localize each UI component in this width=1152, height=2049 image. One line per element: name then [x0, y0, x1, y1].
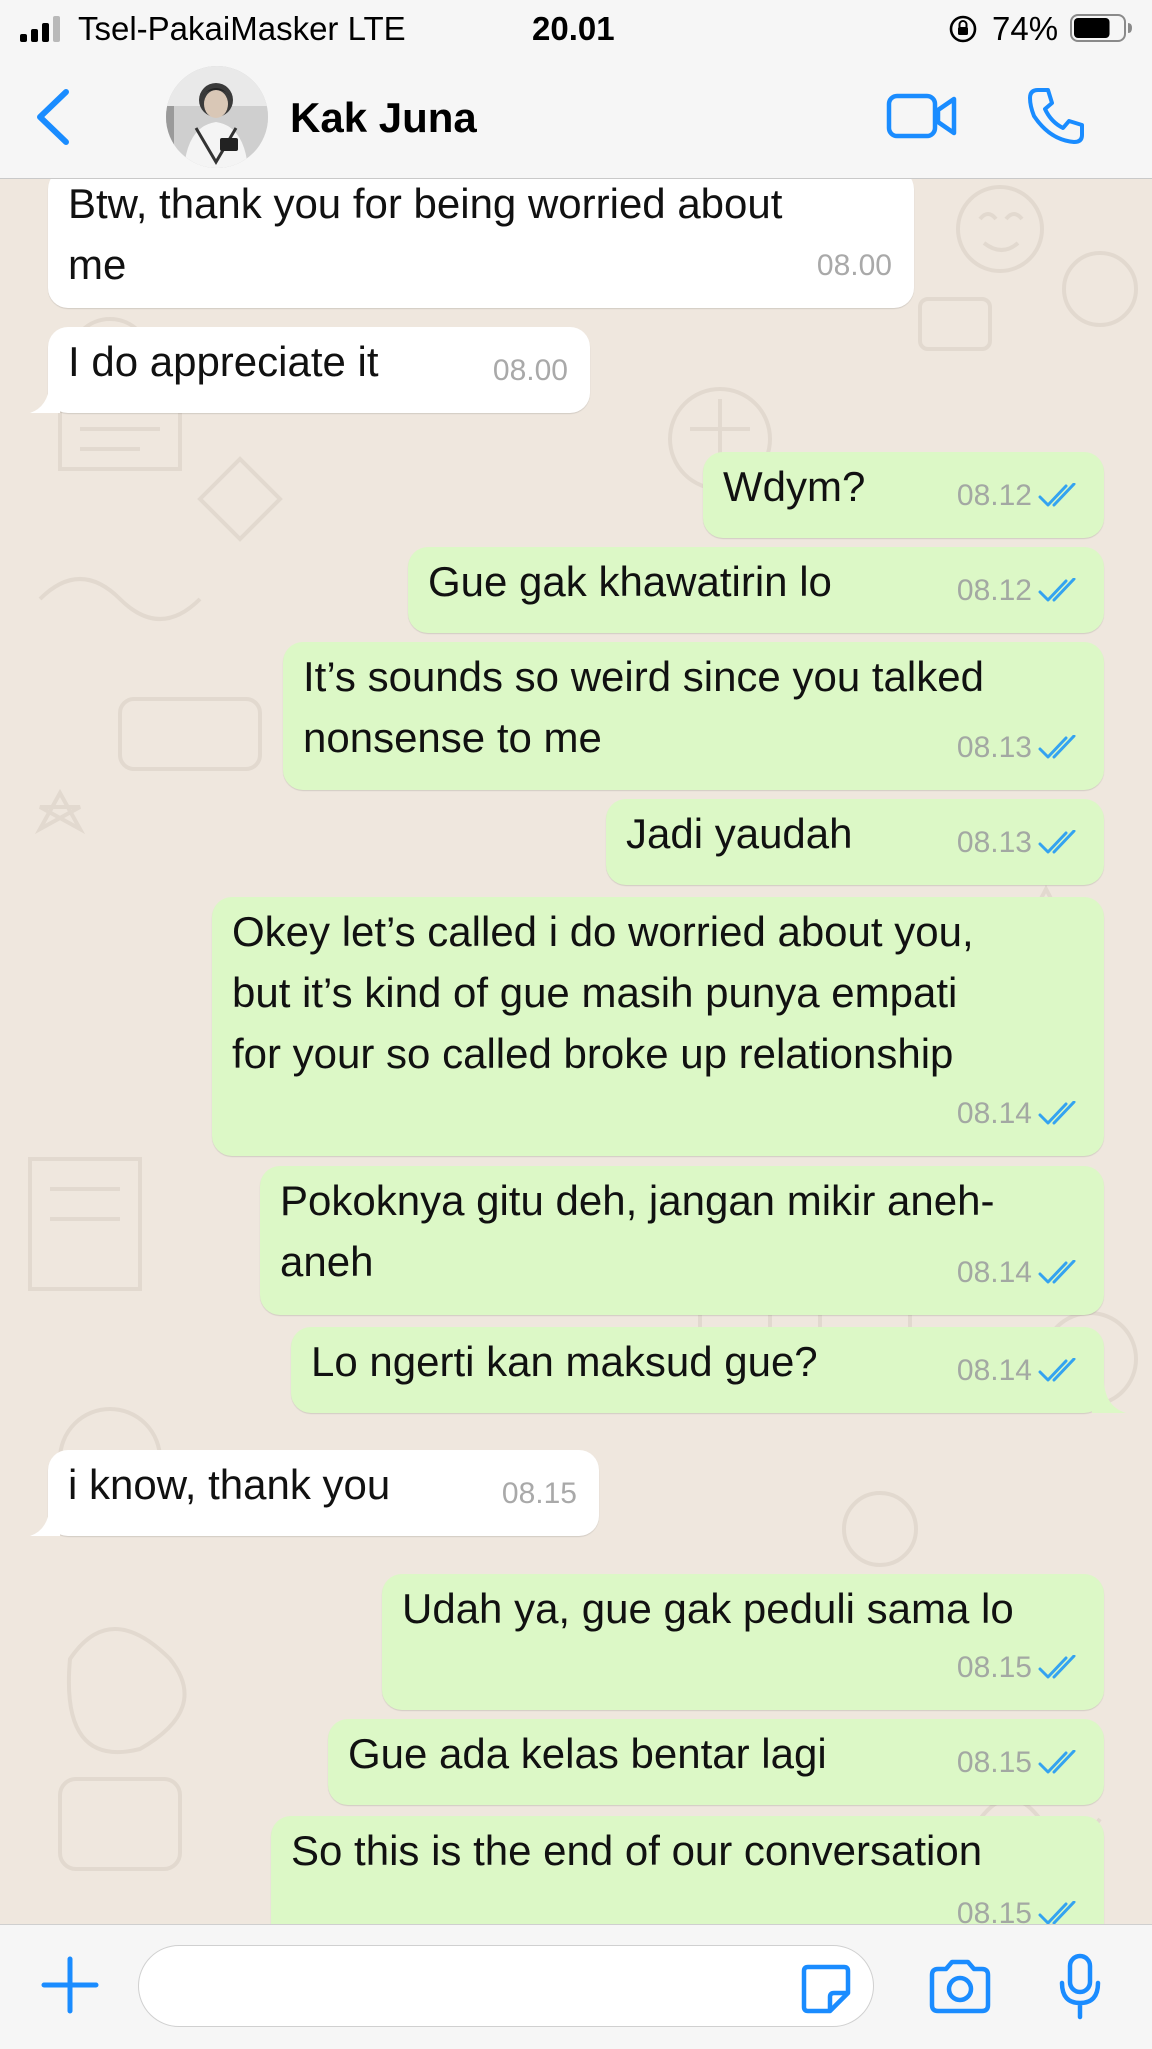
read-receipt-icon — [1038, 829, 1076, 853]
message-meta: 08.15 — [957, 1637, 1082, 1698]
message-time: 08.12 — [956, 574, 1032, 607]
phone-icon[interactable] — [1024, 84, 1088, 148]
message-time: 08.15 — [956, 1651, 1032, 1684]
message-time: 08.15 — [501, 1477, 577, 1510]
battery-percent: 74% — [992, 10, 1059, 47]
message-time: 08.00 — [492, 354, 568, 387]
message-text: Pokoknya gitu deh, jangan mikir aneh- — [280, 1177, 995, 1224]
read-receipt-icon — [1038, 577, 1076, 601]
outgoing-message-bubble[interactable]: Jadi yaudah 08.13 — [606, 799, 1104, 885]
outgoing-message-bubble[interactable]: Wdym? 08.12 — [703, 452, 1104, 538]
read-receipt-icon — [1038, 482, 1076, 506]
message-text: Udah ya, gue gak peduli sama lo — [402, 1585, 1014, 1632]
plus-icon[interactable] — [40, 1955, 100, 2015]
avatar[interactable] — [166, 66, 268, 168]
message-text: So this is the end of our conversation — [291, 1827, 983, 1874]
incoming-message-bubble[interactable]: Btw, thank you for being worried about me… — [48, 179, 914, 308]
read-receipt-icon — [1038, 1900, 1076, 1924]
message-time: 08.15 — [956, 1746, 1032, 1779]
message-time: 08.12 — [956, 479, 1032, 512]
outgoing-message-bubble[interactable]: Udah ya, gue gak peduli sama lo 08.15 — [382, 1574, 1104, 1710]
message-meta: 08.15 — [957, 1883, 1082, 1924]
sticker-icon[interactable] — [800, 1963, 852, 2015]
message-time: 08.14 — [956, 1097, 1032, 1130]
carrier-label: Tsel-PakaiMasker LTE — [78, 10, 406, 47]
outgoing-message-bubble[interactable]: Okey let’s called i do worried about you… — [212, 897, 1104, 1156]
message-meta: 08.12 — [957, 465, 1082, 526]
camera-icon[interactable] — [928, 1959, 992, 2015]
status-bar: Tsel-PakaiMasker LTE 20.01 74% — [0, 0, 1152, 58]
chat-area[interactable]: Btw, thank you for being worried about me… — [0, 179, 1152, 1924]
status-time: 20.01 — [532, 10, 615, 47]
message-text: It’s sounds so weird since you talked — [303, 653, 984, 700]
read-receipt-icon — [1038, 1259, 1076, 1283]
message-meta: 08.00 — [493, 340, 568, 401]
incoming-message-bubble[interactable]: I do appreciate it 08.00 — [30, 327, 590, 413]
read-receipt-icon — [1038, 734, 1076, 758]
outgoing-message-bubble[interactable]: Lo ngerti kan maksud gue? 08.14 — [291, 1327, 1126, 1413]
message-meta: 08.14 — [957, 1242, 1082, 1303]
message-text: for your so called broke up relationship — [232, 1030, 954, 1077]
message-meta: 08.00 — [817, 235, 892, 296]
back-chevron-icon[interactable] — [30, 86, 80, 148]
bubble-tail — [1092, 1383, 1126, 1413]
incoming-message-bubble[interactable]: i know, thank you 08.15 — [30, 1450, 599, 1536]
bubble-tail — [30, 383, 60, 413]
outgoing-message-bubble[interactable]: So this is the end of our conversation 08… — [271, 1816, 1104, 1924]
outgoing-message-bubble[interactable]: Gue gak khawatirin lo 08.12 — [408, 547, 1104, 633]
message-time: 08.14 — [956, 1354, 1032, 1387]
chat-header: Kak Juna — [0, 58, 1152, 179]
contact-name[interactable]: Kak Juna — [290, 94, 477, 142]
message-text: me — [68, 241, 127, 288]
message-time: 08.13 — [956, 731, 1032, 764]
outgoing-message-bubble[interactable]: It’s sounds so weird since you talked non… — [283, 642, 1104, 790]
message-meta: 08.15 — [502, 1463, 577, 1524]
message-time: 08.14 — [956, 1256, 1032, 1289]
message-meta: 08.13 — [957, 717, 1082, 778]
orientation-lock-icon — [949, 15, 977, 43]
outgoing-message-bubble[interactable]: Gue ada kelas bentar lagi 08.15 — [328, 1719, 1104, 1805]
message-time: 08.15 — [956, 1897, 1032, 1924]
message-text: Okey let’s called i do worried about you… — [232, 908, 974, 955]
bubble-tail — [30, 1506, 60, 1536]
message-meta: 08.12 — [957, 560, 1082, 621]
message-text: Btw, thank you for being worried about — [68, 180, 783, 227]
read-receipt-icon — [1038, 1100, 1076, 1124]
message-meta: 08.15 — [957, 1732, 1082, 1793]
message-meta: 08.14 — [957, 1083, 1082, 1144]
contact-photo — [166, 66, 268, 168]
signal-strength-icon — [20, 16, 60, 42]
message-input[interactable] — [138, 1945, 874, 2027]
outgoing-message-bubble[interactable]: Pokoknya gitu deh, jangan mikir aneh-ane… — [260, 1166, 1104, 1315]
read-receipt-icon — [1038, 1654, 1076, 1678]
message-time: 08.13 — [956, 826, 1032, 859]
message-meta: 08.13 — [957, 812, 1082, 873]
message-meta: 08.14 — [957, 1340, 1082, 1401]
compose-bar — [0, 1924, 1152, 2049]
microphone-icon[interactable] — [1058, 1953, 1102, 2021]
read-receipt-icon — [1038, 1357, 1076, 1381]
read-receipt-icon — [1038, 1749, 1076, 1773]
message-time: 08.00 — [816, 249, 892, 282]
video-call-icon[interactable] — [886, 88, 958, 144]
battery-icon — [1070, 14, 1132, 42]
message-text: but it’s kind of gue masih punya empati — [232, 969, 958, 1016]
